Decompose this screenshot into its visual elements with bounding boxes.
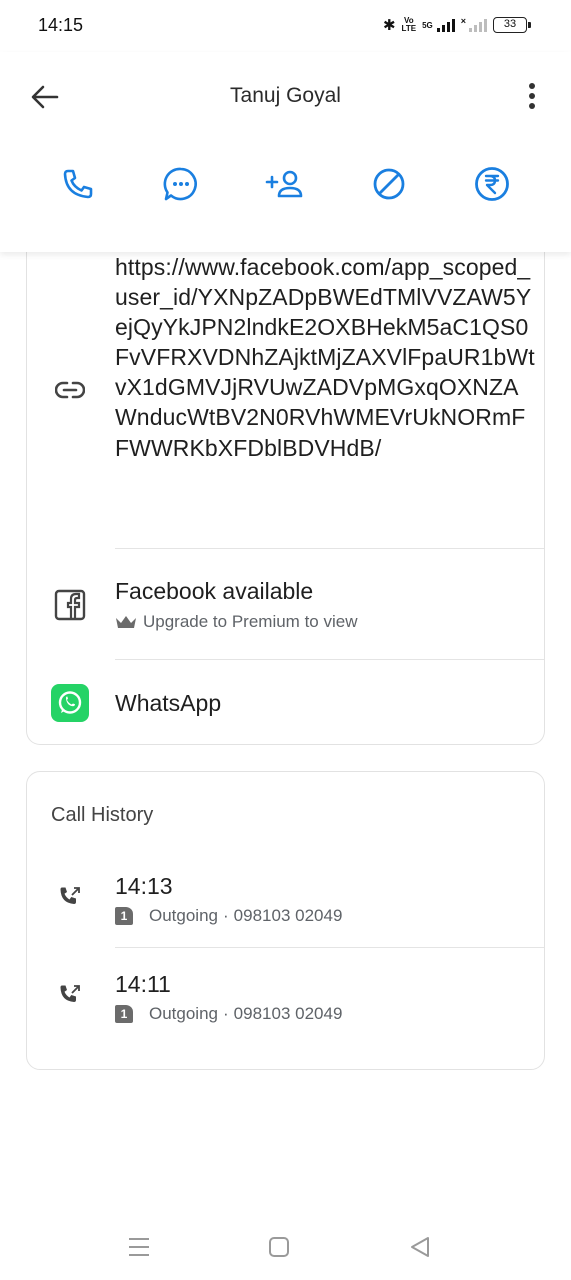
divider <box>115 548 544 549</box>
call-meta: 1 Outgoing · 098103 02049 <box>115 1004 342 1024</box>
rupee-icon <box>475 167 509 201</box>
divider <box>115 659 544 660</box>
block-button[interactable] <box>367 162 411 206</box>
facebook-icon <box>51 586 89 624</box>
add-contact-button[interactable] <box>263 162 307 206</box>
link-icon <box>51 371 89 409</box>
facebook-premium-hint[interactable]: Upgrade to Premium to view <box>115 612 357 632</box>
back-nav-button[interactable] <box>405 1232 435 1262</box>
battery-level: 33 <box>503 18 517 30</box>
crown-icon <box>116 616 136 628</box>
facebook-subtitle: Upgrade to Premium to view <box>143 612 358 631</box>
call-history-title: Call History <box>51 804 154 826</box>
separator: · <box>223 906 229 925</box>
call-type: Outgoing <box>149 906 218 925</box>
whatsapp-icon <box>51 684 89 722</box>
pay-button[interactable] <box>470 162 514 206</box>
call-time: 14:13 <box>115 873 173 899</box>
facebook-url-link[interactable]: https://www.facebook.com/app_scoped_user… <box>115 252 535 463</box>
call-number: 098103 02049 <box>233 1004 343 1023</box>
sim-icon: 1 <box>115 1005 133 1023</box>
status-time: 14:15 <box>38 15 84 35</box>
app-bar: Tanuj Goyal <box>0 52 571 252</box>
call-number: 098103 02049 <box>233 906 343 925</box>
call-history-card: Call History 14:13 1 Outgoing · 098103 0… <box>26 771 545 1070</box>
more-vert-icon <box>529 83 535 109</box>
sim-icon: 1 <box>115 907 133 925</box>
phone-icon <box>63 169 93 199</box>
message-icon <box>163 167 197 201</box>
signal-sim2-icon <box>469 18 487 32</box>
more-options-button[interactable] <box>517 78 547 114</box>
recents-button[interactable] <box>124 1232 154 1262</box>
contact-links-card: https://www.facebook.com/app_scoped_user… <box>26 200 545 745</box>
divider <box>115 947 544 948</box>
separator: · <box>223 1004 229 1023</box>
call-type: Outgoing <box>149 1004 218 1023</box>
battery-icon: 33 <box>493 17 531 33</box>
no-signal-x-icon: × <box>460 16 466 26</box>
volte-indicator: Vo LTE <box>402 17 417 33</box>
home-button[interactable] <box>264 1232 294 1262</box>
menu-icon <box>129 1238 149 1256</box>
home-square-icon <box>269 1237 289 1257</box>
status-icons: ✱ Vo LTE 5G × 33 <box>382 14 531 36</box>
outgoing-call-icon <box>51 878 89 916</box>
block-icon <box>373 168 405 200</box>
back-triangle-icon <box>411 1237 429 1257</box>
call-time: 14:11 <box>115 971 171 997</box>
call-meta: 1 Outgoing · 098103 02049 <box>115 906 342 926</box>
bluetooth-icon: ✱ <box>382 16 396 34</box>
system-nav-bar <box>0 1210 571 1280</box>
message-button[interactable] <box>159 162 203 206</box>
contact-name: Tanuj Goyal <box>230 84 341 107</box>
call-button[interactable] <box>56 162 100 206</box>
facebook-title[interactable]: Facebook available <box>115 578 313 605</box>
status-bar: 14:15 ✱ Vo LTE 5G × 33 <box>0 0 571 52</box>
signal-icon <box>436 18 455 32</box>
volte-bottom: LTE <box>401 24 417 33</box>
add-contact-icon <box>265 170 303 198</box>
outgoing-call-icon <box>51 976 89 1014</box>
action-row <box>0 162 571 206</box>
whatsapp-title[interactable]: WhatsApp <box>115 690 221 717</box>
network-type: 5G <box>422 20 433 30</box>
